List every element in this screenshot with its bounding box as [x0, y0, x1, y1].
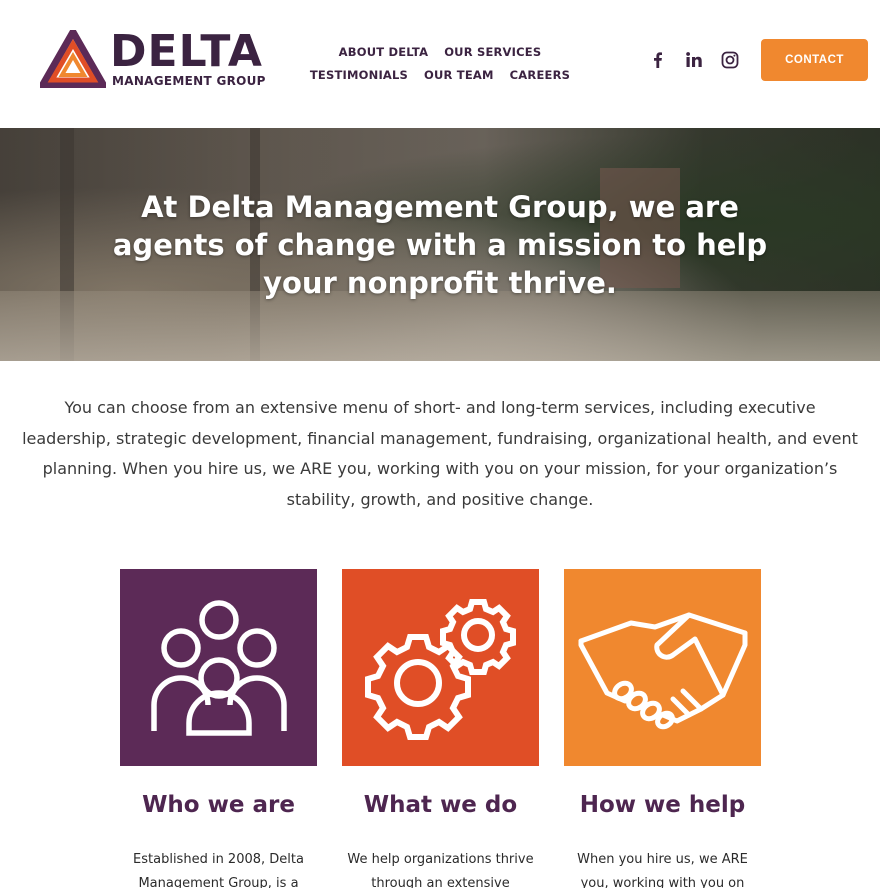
card-what-we-do[interactable]: What we do We help organizations thrive … — [342, 569, 539, 888]
card-text: We help organizations thrive through an … — [347, 852, 534, 888]
facebook-icon[interactable] — [648, 50, 668, 70]
card-how-we-help[interactable]: How we help When you hire us, we ARE you… — [564, 569, 761, 888]
handshake-icon — [564, 569, 761, 766]
instagram-icon[interactable] — [720, 50, 740, 70]
card-title: Who we are — [142, 792, 295, 818]
gears-icon — [342, 569, 539, 766]
hero-banner: At Delta Management Group, we are agents… — [0, 128, 880, 361]
card-title: How we help — [579, 792, 746, 818]
people-group-icon — [120, 569, 317, 766]
main-nav: ABOUT DELTA OUR SERVICES TESTIMONIALS OU… — [300, 40, 580, 86]
card-who-we-are[interactable]: Who we are Established in 2008, Delta Ma… — [120, 569, 317, 888]
logo-wordmark: DELTA — [110, 26, 263, 77]
linkedin-icon[interactable] — [684, 50, 704, 70]
card-text: Established in 2008, Delta Management Gr… — [133, 852, 304, 888]
site-header: DELTA MANAGEMENT GROUP ABOUT DELTA OUR S… — [0, 0, 880, 128]
intro-paragraph: You can choose from an extensive menu of… — [22, 398, 858, 509]
contact-button[interactable]: CONTACT — [761, 39, 868, 81]
card-title: What we do — [363, 792, 518, 818]
nav-about-delta[interactable]: ABOUT DELTA — [339, 45, 429, 59]
nav-careers[interactable]: CAREERS — [510, 68, 570, 82]
nav-our-services[interactable]: OUR SERVICES — [444, 45, 541, 59]
hero-heading: At Delta Management Group, we are agents… — [112, 190, 768, 300]
nav-our-team[interactable]: OUR TEAM — [424, 68, 494, 82]
logo-subtitle: MANAGEMENT GROUP — [112, 74, 266, 88]
delta-logo[interactable]: DELTA MANAGEMENT GROUP — [40, 28, 270, 92]
card-text: When you hire us, we ARE you, working wi… — [577, 852, 748, 888]
nav-row-1: ABOUT DELTA OUR SERVICES — [300, 40, 580, 63]
nav-testimonials[interactable]: TESTIMONIALS — [310, 68, 408, 82]
delta-triangle-icon — [40, 30, 106, 88]
nav-row-2: TESTIMONIALS OUR TEAM CAREERS — [300, 63, 580, 86]
